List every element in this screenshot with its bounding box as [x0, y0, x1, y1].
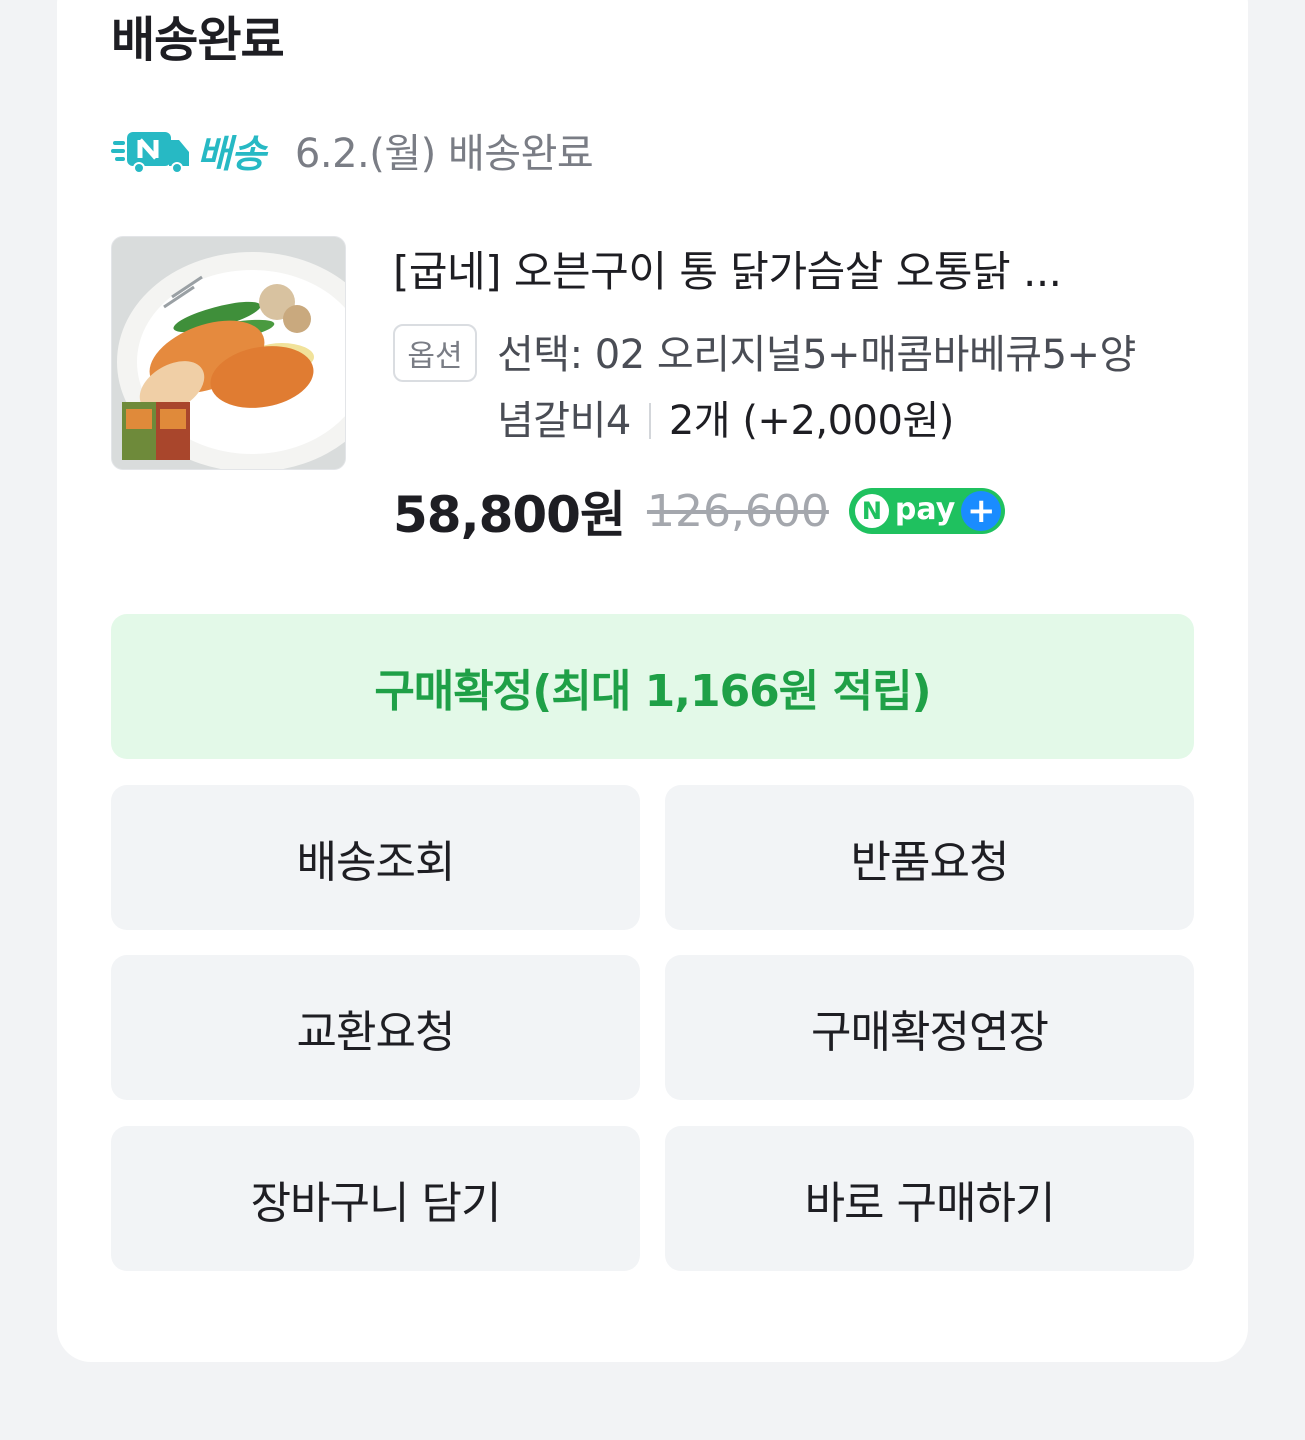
option-line-2-row: 념갈비4 2개 (+2,000원)	[497, 388, 1197, 454]
original-price: 126,600	[646, 485, 829, 537]
track-delivery-button[interactable]: 배송조회	[111, 785, 640, 930]
order-status-title: 배송완료	[111, 12, 285, 68]
sale-price: 58,800원	[393, 486, 626, 544]
return-request-button[interactable]: 반품요청	[665, 785, 1194, 930]
quantity-text: 2개 (+2,000원)	[668, 398, 955, 444]
option-line-1: 선택: 02 오리지널5+매콤바베큐5+양	[497, 332, 1136, 378]
buy-now-button[interactable]: 바로 구매하기	[665, 1126, 1194, 1271]
npay-label: pay	[894, 491, 956, 527]
npay-plus-badge: N pay +	[848, 488, 1006, 534]
product-name-link[interactable]: [굽네] 오븐구이 통 닭가슴살 오통닭 ...	[393, 240, 1183, 304]
option-details: 선택: 02 오리지널5+매콤바베큐5+양 념갈비4 2개 (+2,000원)	[497, 322, 1197, 454]
exchange-request-button[interactable]: 교환요청	[111, 955, 640, 1100]
delivery-date: 6.2.(월) 배송완료	[294, 131, 594, 177]
option-line-2: 념갈비4	[497, 398, 631, 444]
product-image	[112, 237, 345, 469]
option-divider	[648, 403, 651, 439]
plus-icon: +	[961, 491, 1002, 531]
option-chip: 옵션	[393, 324, 477, 382]
product-thumbnail[interactable]	[111, 236, 346, 470]
price-row: 58,800원 126,600 N pay +	[393, 478, 1006, 544]
purchase-confirm-button[interactable]: 구매확정(최대 1,166원 적립)	[111, 614, 1194, 759]
n-delivery-badge: 배송	[111, 120, 266, 180]
npay-n-icon: N	[854, 494, 889, 528]
extend-confirm-button[interactable]: 구매확정연장	[665, 955, 1194, 1100]
delivery-info-row: 배송 6.2.(월) 배송완료	[111, 120, 594, 180]
add-to-cart-button[interactable]: 장바구니 담기	[111, 1126, 640, 1271]
n-delivery-label: 배송	[197, 131, 266, 176]
n-delivery-truck-icon	[111, 132, 189, 174]
